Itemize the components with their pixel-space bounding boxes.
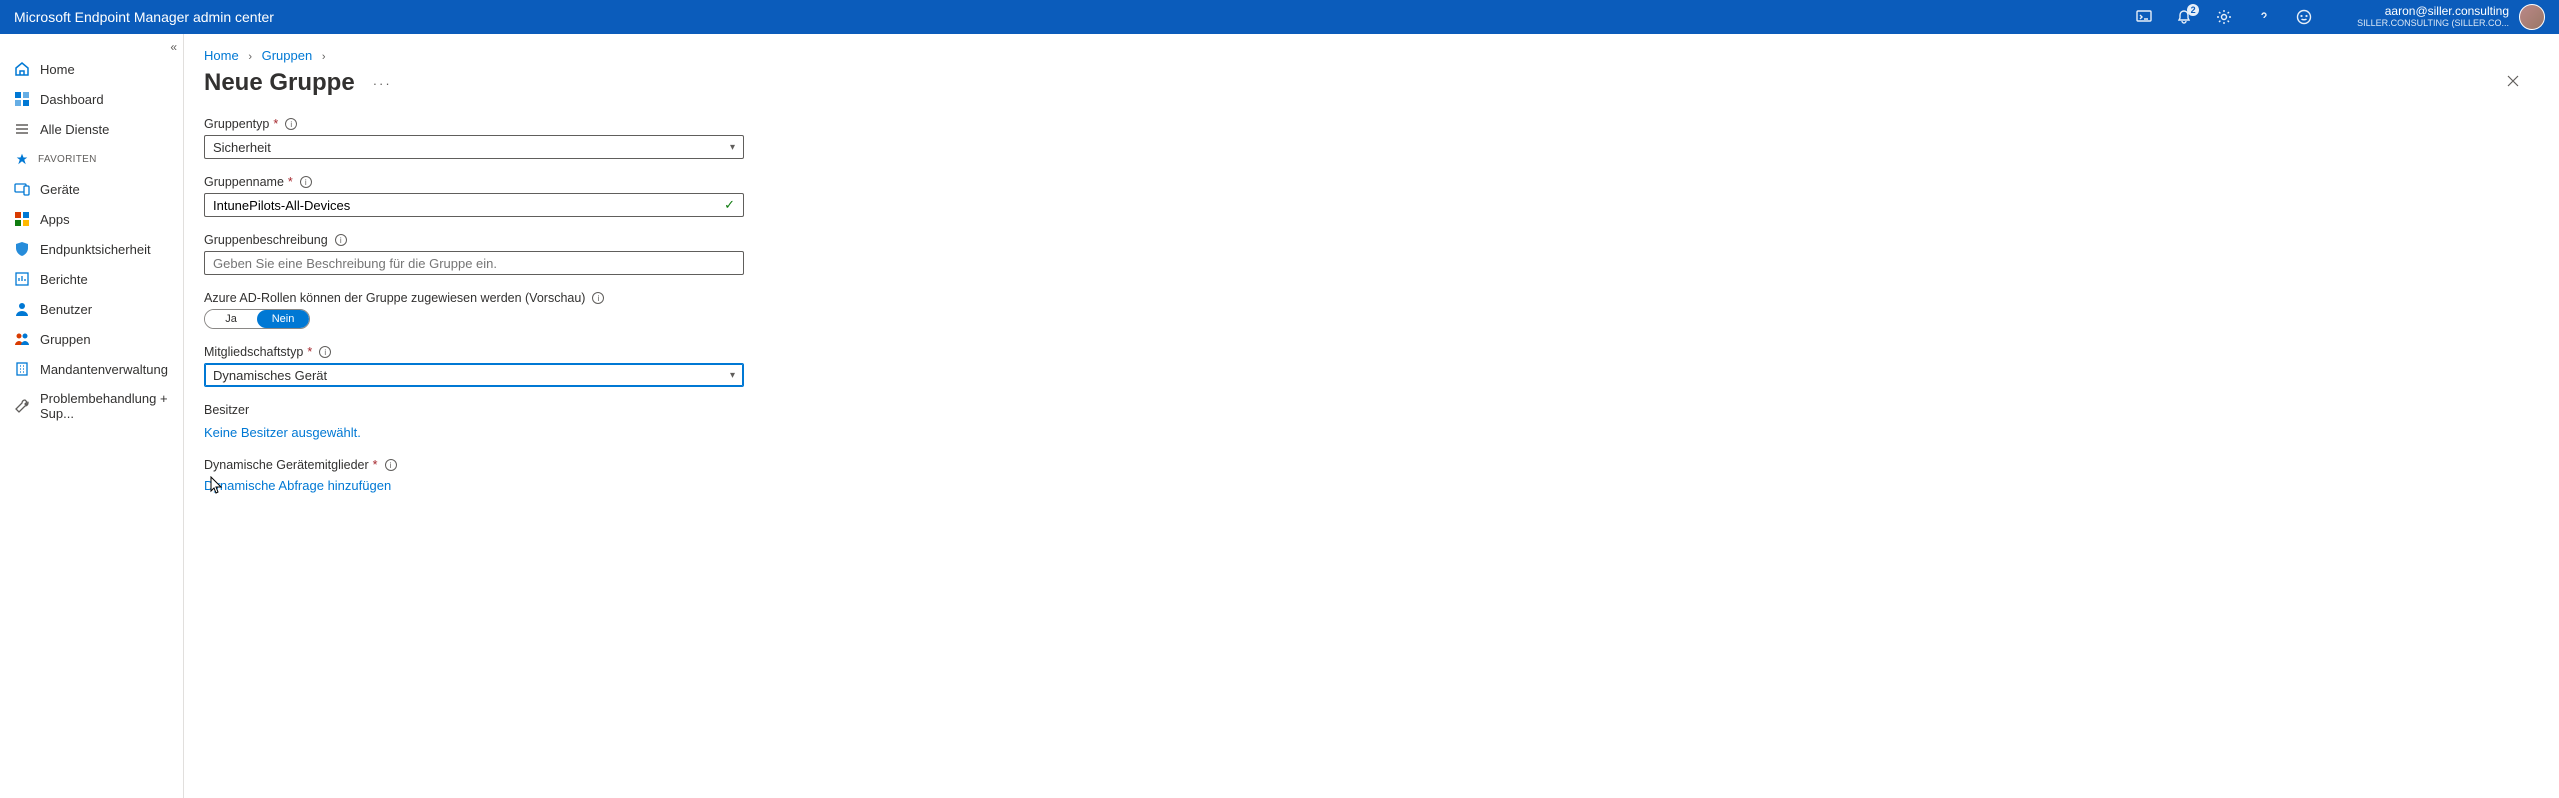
membership-label: Mitgliedschaftstyp [204, 345, 303, 359]
breadcrumb: Home › Gruppen › [184, 34, 2559, 67]
chevron-down-icon: ▾ [730, 370, 735, 381]
info-icon[interactable]: i [385, 459, 397, 471]
nav-label: Gruppen [40, 332, 91, 347]
bell-icon[interactable]: 2 [2175, 8, 2193, 26]
sidebar-item-devices[interactable]: Geräte [0, 174, 183, 204]
collapse-sidebar-icon[interactable]: « [170, 40, 177, 54]
nav-label: Problembehandlung + Sup... [40, 391, 169, 421]
sidebar: « Home Dashboard Alle Dienste FAVORITEN … [0, 34, 184, 798]
dynmembers-label: Dynamische Gerätemitglieder [204, 458, 369, 472]
chevron-right-icon: › [248, 51, 252, 63]
check-icon: ✓ [724, 197, 735, 213]
home-icon [14, 61, 30, 77]
app-title: Microsoft Endpoint Manager admin center [14, 9, 274, 25]
groupdesc-input-wrapper [204, 251, 744, 275]
owners-label: Besitzer [204, 403, 924, 417]
console-icon[interactable] [2135, 8, 2153, 26]
user-icon [14, 301, 30, 317]
grouptype-label: Gruppentyp [204, 117, 269, 131]
required-marker: * [288, 175, 293, 189]
sidebar-item-users[interactable]: Benutzer [0, 294, 183, 324]
avatar [2519, 4, 2545, 30]
grouptype-select[interactable]: Sicherheit ▾ [204, 135, 744, 159]
groupname-input[interactable] [213, 198, 724, 213]
info-icon[interactable]: i [592, 292, 604, 304]
sidebar-item-dashboard[interactable]: Dashboard [0, 84, 183, 114]
toggle-yes[interactable]: Ja [205, 310, 257, 328]
report-icon [14, 271, 30, 287]
required-marker: * [273, 117, 278, 131]
content-area: Home › Gruppen › Neue Gruppe ··· Gruppen… [184, 34, 2559, 798]
user-account[interactable]: aaron@siller.consulting SILLER.CONSULTIN… [2357, 4, 2545, 30]
help-icon[interactable] [2255, 8, 2273, 26]
nav-label: Apps [40, 212, 70, 227]
grouptype-value: Sicherheit [213, 140, 271, 155]
info-icon[interactable]: i [300, 176, 312, 188]
sidebar-item-groups[interactable]: Gruppen [0, 324, 183, 354]
wrench-icon [14, 398, 30, 414]
sidebar-item-apps[interactable]: Apps [0, 204, 183, 234]
sidebar-item-reports[interactable]: Berichte [0, 264, 183, 294]
groupdesc-input[interactable] [213, 256, 735, 271]
gear-icon[interactable] [2215, 8, 2233, 26]
device-icon [14, 181, 30, 197]
chevron-down-icon: ▾ [730, 142, 735, 153]
required-marker: * [307, 345, 312, 359]
page-title: Neue Gruppe [204, 69, 355, 97]
feedback-icon[interactable] [2295, 8, 2313, 26]
nav-label: Alle Dienste [40, 122, 109, 137]
sidebar-item-troubleshoot[interactable]: Problembehandlung + Sup... [0, 384, 183, 428]
breadcrumb-groups[interactable]: Gruppen [262, 48, 313, 63]
dynmembers-link[interactable]: Dynamische Abfrage hinzufügen [204, 476, 391, 493]
list-icon [14, 121, 30, 137]
groupname-input-wrapper: ✓ [204, 193, 744, 217]
breadcrumb-home[interactable]: Home [204, 48, 239, 63]
sidebar-item-services[interactable]: Alle Dienste [0, 114, 183, 144]
topbar: Microsoft Endpoint Manager admin center … [0, 0, 2559, 34]
topbar-actions: 2 aaron@siller.consulting SILLER.CONSULT… [2135, 4, 2545, 30]
nav-section-label: FAVORITEN [38, 154, 97, 165]
sidebar-item-security[interactable]: Endpunktsicherheit [0, 234, 183, 264]
info-icon[interactable]: i [335, 234, 347, 246]
shield-icon [14, 241, 30, 257]
group-icon [14, 331, 30, 347]
sidebar-item-tenant[interactable]: Mandantenverwaltung [0, 354, 183, 384]
nav-label: Mandantenverwaltung [40, 362, 168, 377]
dashboard-icon [14, 91, 30, 107]
star-icon [14, 151, 30, 167]
close-panel-button[interactable] [2505, 73, 2521, 94]
owners-link[interactable]: Keine Besitzer ausgewählt. [204, 423, 361, 440]
nav-label: Benutzer [40, 302, 92, 317]
aadroles-toggle[interactable]: Ja Nein [204, 309, 310, 329]
nav-label: Dashboard [40, 92, 104, 107]
nav-label: Home [40, 62, 75, 77]
groupdesc-label: Gruppenbeschreibung [204, 233, 328, 247]
user-email: aaron@siller.consulting [2357, 5, 2509, 18]
sidebar-item-home[interactable]: Home [0, 54, 183, 84]
toggle-no[interactable]: Nein [257, 310, 309, 328]
sidebar-favorites-header: FAVORITEN [0, 144, 183, 174]
required-marker: * [373, 458, 378, 472]
info-icon[interactable]: i [319, 346, 331, 358]
more-actions-icon[interactable]: ··· [373, 76, 392, 91]
nav-label: Geräte [40, 182, 80, 197]
tenant-icon [14, 361, 30, 377]
new-group-form: Gruppentyp * i Sicherheit ▾ Gruppenname … [184, 117, 944, 511]
user-org: SILLER.CONSULTING (SILLER.CO... [2357, 19, 2509, 29]
apps-icon [14, 211, 30, 227]
membership-value: Dynamisches Gerät [213, 368, 327, 383]
bell-badge: 2 [2187, 4, 2199, 16]
info-icon[interactable]: i [285, 118, 297, 130]
nav-label: Berichte [40, 272, 88, 287]
aadroles-label: Azure AD-Rollen können der Gruppe zugewi… [204, 291, 585, 305]
membership-select[interactable]: Dynamisches Gerät ▾ [204, 363, 744, 387]
groupname-label: Gruppenname [204, 175, 284, 189]
chevron-right-icon: › [322, 51, 326, 63]
nav-label: Endpunktsicherheit [40, 242, 151, 257]
